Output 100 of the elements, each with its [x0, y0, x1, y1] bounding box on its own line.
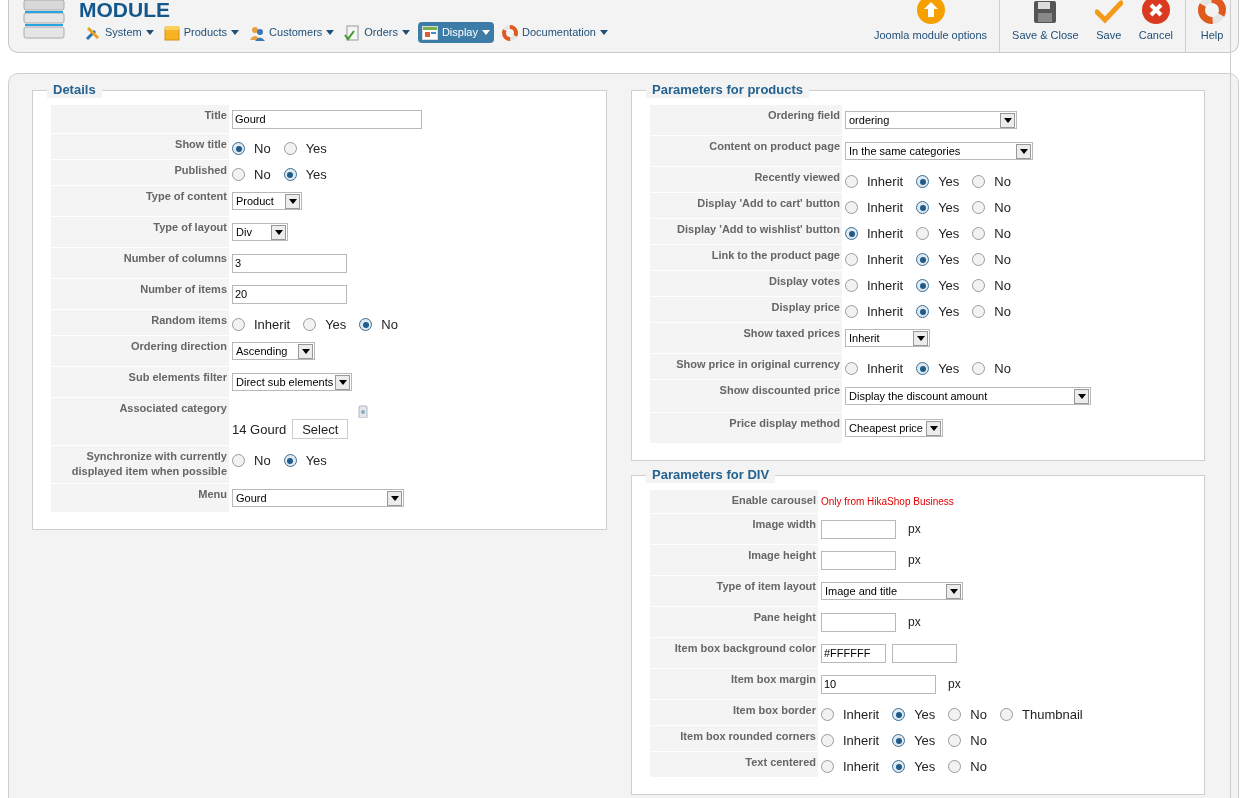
text-field[interactable]	[821, 519, 896, 539]
color-field[interactable]: #FFFFFF	[821, 643, 886, 663]
radio-button[interactable]	[972, 305, 986, 319]
radio-button[interactable]	[283, 168, 297, 182]
radio-button[interactable]	[916, 227, 930, 241]
text-field[interactable]: Gourd	[232, 109, 422, 129]
caret-icon	[145, 30, 154, 35]
radio-button[interactable]	[845, 279, 858, 293]
menu-item[interactable]: Display	[417, 22, 494, 43]
radio-button[interactable]	[359, 318, 373, 332]
radio-button[interactable]	[916, 253, 930, 267]
radio-button[interactable]	[972, 253, 986, 267]
radio-button[interactable]	[972, 227, 986, 241]
radio-button[interactable]	[821, 708, 834, 722]
page-title: MODULE	[79, 0, 171, 20]
text-field[interactable]	[821, 550, 896, 570]
toolbar-button[interactable]: Cancel	[1130, 0, 1181, 52]
radio-button[interactable]	[845, 362, 858, 376]
radio-button[interactable]	[232, 168, 245, 182]
radio-button[interactable]	[916, 175, 930, 189]
select-button[interactable]: Select	[292, 419, 349, 439]
radio-button[interactable]	[916, 201, 930, 215]
text-field[interactable]: 20	[232, 284, 347, 304]
radio-button[interactable]	[972, 175, 986, 189]
option-label: Yes	[914, 732, 936, 750]
radio-button[interactable]	[303, 318, 317, 332]
radio-button[interactable]	[232, 454, 245, 468]
dropdown-field[interactable]: In the same categories	[845, 142, 1033, 160]
toolbar-button[interactable]: Save & Close	[1004, 0, 1087, 52]
radio-button[interactable]	[821, 760, 834, 774]
option-label: Inherit	[843, 732, 880, 750]
caret-icon	[274, 229, 283, 235]
radio-button[interactable]	[232, 318, 245, 332]
tools-icon	[85, 24, 101, 41]
trash-icon[interactable]	[358, 404, 369, 418]
option-label: No	[994, 303, 1011, 321]
option-label: Inherit	[867, 225, 904, 243]
radio-button[interactable]	[845, 175, 858, 189]
dropdown-field[interactable]: Product	[232, 192, 302, 210]
dropdown-field[interactable]: Inherit	[845, 329, 930, 347]
radio-button[interactable]	[845, 227, 858, 241]
field-label: Display votes	[650, 271, 842, 296]
radio-button[interactable]	[916, 279, 930, 293]
radio-button[interactable]	[892, 760, 906, 774]
dropdown-field[interactable]: Ascending	[232, 342, 315, 360]
radio-button[interactable]	[892, 708, 906, 722]
caret-icon	[929, 425, 938, 431]
menu-item[interactable]: Customers	[247, 22, 337, 43]
radio-button[interactable]	[821, 734, 834, 748]
radio-button[interactable]	[892, 734, 906, 748]
text-field[interactable]: 3	[232, 253, 347, 273]
text-field[interactable]: 10	[821, 674, 936, 694]
option-label: No	[994, 277, 1011, 295]
radio-button[interactable]	[845, 201, 858, 215]
radio-button[interactable]	[283, 454, 297, 468]
menu-item[interactable]: Documentation	[500, 22, 610, 43]
menu-item[interactable]: Orders	[342, 22, 412, 43]
toolbar-button[interactable]: Joomla module options	[865, 0, 996, 52]
dropdown-field[interactable]: Display the discount amount	[845, 387, 1091, 405]
field-label: Sub elements filter	[51, 367, 229, 397]
toolbar-button[interactable]: Save	[1086, 0, 1131, 52]
option-label: Inherit	[867, 277, 904, 295]
option-label: Thumbnail	[1022, 706, 1083, 724]
text-field[interactable]	[821, 612, 896, 632]
dropdown-field[interactable]: Gourd	[232, 489, 404, 507]
option-label: Yes	[325, 316, 347, 334]
dropdown-field[interactable]: Direct sub elements	[232, 373, 352, 391]
radio-button[interactable]	[1000, 708, 1013, 722]
dropdown-field[interactable]: Div	[232, 223, 288, 241]
document-icon	[344, 24, 361, 41]
option-label: Inherit	[867, 360, 904, 378]
option-label: Yes	[938, 225, 960, 243]
dropdown-field[interactable]: ordering	[845, 111, 1017, 129]
caret-icon	[326, 30, 335, 35]
option-label: No	[994, 251, 1011, 269]
color-swatch-field[interactable]	[892, 643, 957, 663]
option-label: Inherit	[867, 199, 904, 217]
caret-icon	[1077, 393, 1086, 399]
people-icon	[249, 24, 266, 41]
dropdown-field[interactable]: Image and title	[821, 582, 963, 600]
radio-button[interactable]	[845, 253, 858, 267]
field-label: Item box rounded corners	[650, 726, 818, 751]
radio-button[interactable]	[283, 142, 297, 156]
caret-icon	[482, 30, 490, 35]
radio-button[interactable]	[948, 734, 962, 748]
radio-button[interactable]	[972, 279, 986, 293]
box-icon	[163, 24, 180, 41]
radio-button[interactable]	[948, 708, 962, 722]
radio-button[interactable]	[845, 305, 858, 319]
radio-button[interactable]	[916, 362, 930, 376]
option-label: Yes	[305, 452, 327, 470]
field-label: Recently viewed	[650, 167, 842, 192]
radio-button[interactable]	[232, 142, 245, 156]
menu-item[interactable]: Products	[161, 22, 242, 43]
dropdown-field[interactable]: Cheapest price	[845, 419, 943, 437]
radio-button[interactable]	[972, 362, 986, 376]
radio-button[interactable]	[948, 760, 962, 774]
menu-item[interactable]: System	[83, 22, 156, 43]
radio-button[interactable]	[916, 305, 930, 319]
radio-button[interactable]	[972, 201, 986, 215]
